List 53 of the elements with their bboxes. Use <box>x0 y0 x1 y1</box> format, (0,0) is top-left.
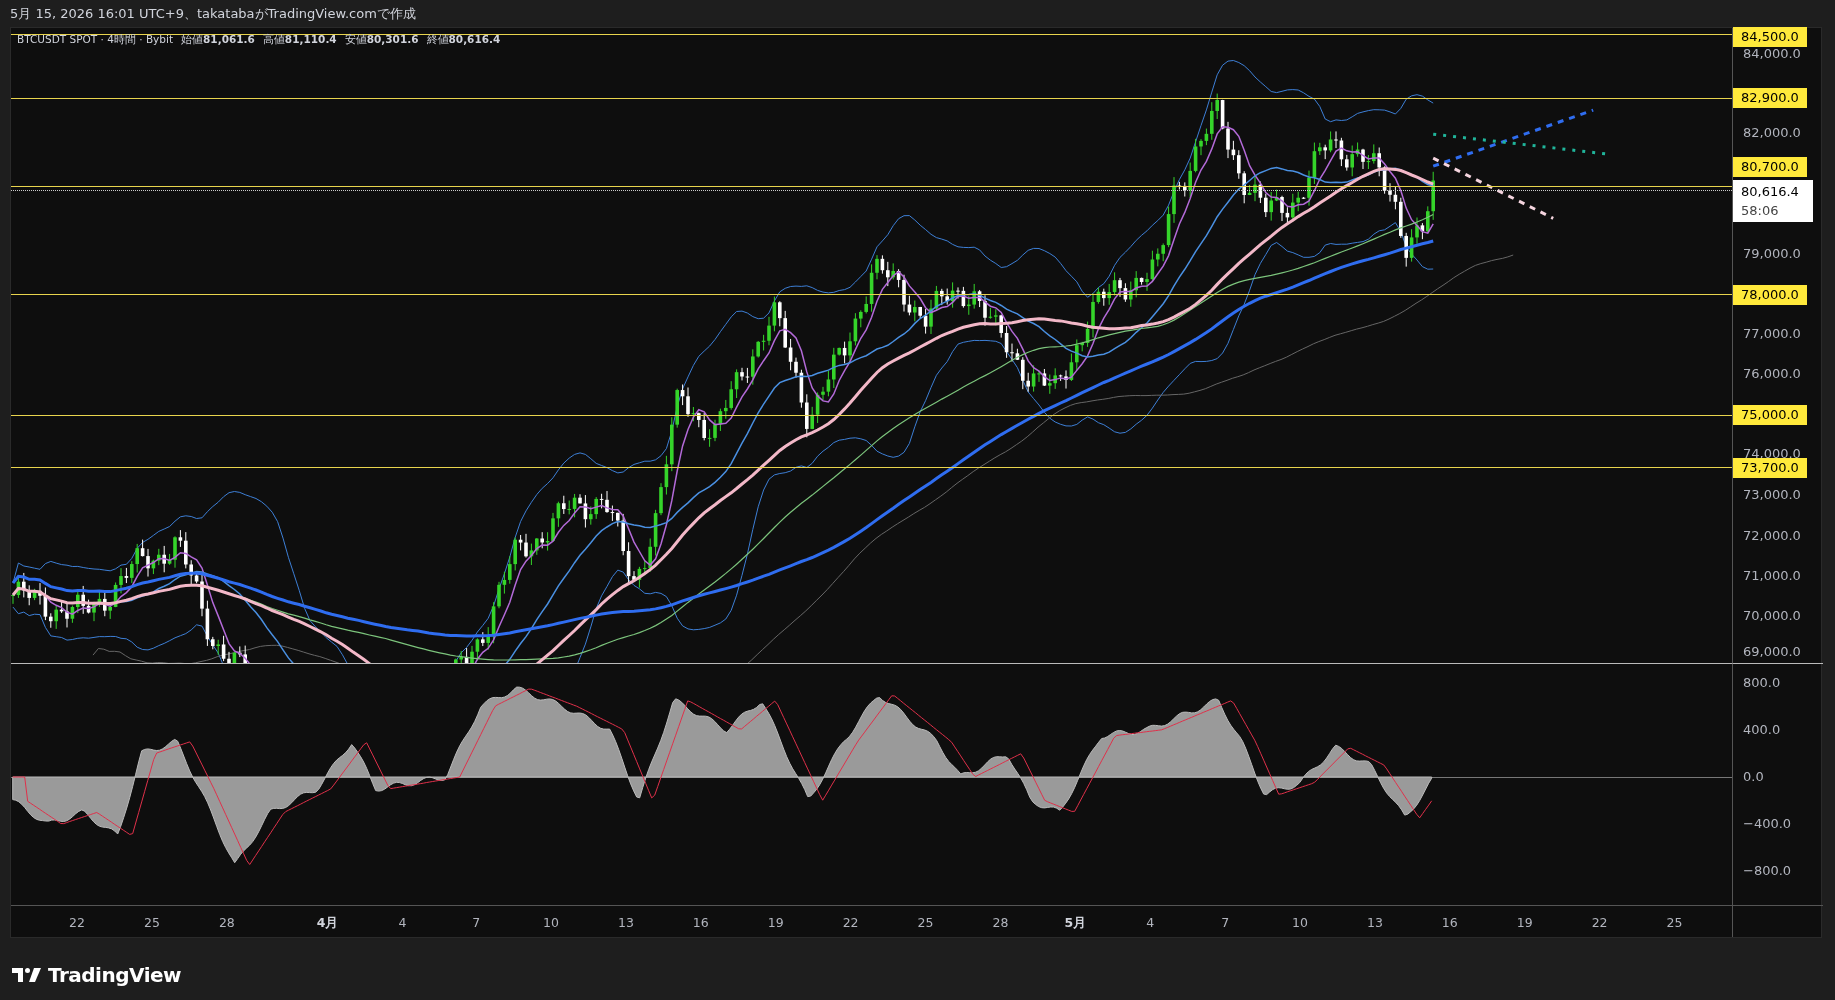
level-price-label: 82,900.0 <box>1733 88 1807 108</box>
oscillator-tick: 800.0 <box>1743 675 1781 691</box>
ohlc-value: 高値81,110.4 <box>262 32 337 47</box>
bar-countdown: 58:06 <box>1741 202 1780 220</box>
date-tick: 19 <box>767 914 784 932</box>
date-tick: 22 <box>69 914 85 932</box>
date-tick: 25 <box>144 914 160 932</box>
date-tick: 5月 <box>1064 914 1087 932</box>
date-tick: 10 <box>543 914 559 932</box>
date-tick: 22 <box>1591 914 1608 932</box>
level-price-label: 73,700.0 <box>1733 458 1807 478</box>
date-tick: 22 <box>842 914 859 932</box>
snapshot-caption: 5月 15, 2026 16:01 UTC+9、takatabaがTradingView.comで作成 <box>10 4 416 23</box>
ohlc-value: 安値80,301.6 <box>344 32 419 47</box>
oscillator-tick: 400.0 <box>1743 722 1781 738</box>
date-tick: 4 <box>1146 914 1155 932</box>
date-tick: 25 <box>1666 914 1683 932</box>
oscillator-tick: 0.0 <box>1743 769 1764 785</box>
date-tick: 28 <box>218 914 235 932</box>
ohlc-value: 終値80,616.4 <box>426 32 501 47</box>
date-tick: 16 <box>1441 914 1458 932</box>
last-price: 80,616.4 <box>1741 183 1800 201</box>
price-tick: 76,000.0 <box>1743 366 1801 382</box>
date-tick: 13 <box>1366 914 1383 932</box>
oscillator-tick: −800.0 <box>1743 863 1792 879</box>
date-tick: 4月 <box>316 914 339 932</box>
date-tick: 4 <box>398 914 407 932</box>
level-price-label: 78,000.0 <box>1733 285 1807 305</box>
date-tick: 28 <box>992 914 1009 932</box>
date-tick: 10 <box>1292 914 1308 932</box>
level-price-label: 80,700.0 <box>1733 157 1807 177</box>
price-tick: 77,000.0 <box>1743 326 1801 342</box>
date-tick: 7 <box>472 914 481 932</box>
date-tick: 25 <box>917 914 934 932</box>
price-tick: 79,000.0 <box>1743 246 1801 262</box>
logo-icon <box>12 966 42 984</box>
ohlc-value: 始値81,061.6 <box>181 32 255 47</box>
price-tick: 69,000.0 <box>1743 644 1801 660</box>
date-tick: 13 <box>617 914 634 932</box>
level-price-label: 84,500.0 <box>1733 27 1807 47</box>
date-tick: 16 <box>692 914 709 932</box>
price-tick: 73,000.0 <box>1743 487 1801 503</box>
date-tick: 7 <box>1221 914 1230 932</box>
symbol-label: BTCUSDT SPOT · 4時間 · Bybit <box>17 32 174 47</box>
brand-name: TradingView <box>48 962 182 989</box>
oscillator-tick: −400.0 <box>1743 816 1792 832</box>
level-price-label: 75,000.0 <box>1733 405 1807 425</box>
price-tick: 70,000.0 <box>1743 608 1801 624</box>
price-tick: 72,000.0 <box>1743 528 1801 544</box>
date-tick: 19 <box>1516 914 1533 932</box>
price-tick: 71,000.0 <box>1743 568 1801 584</box>
price-tick: 82,000.0 <box>1743 125 1801 141</box>
price-tick: 84,000.0 <box>1743 46 1801 62</box>
